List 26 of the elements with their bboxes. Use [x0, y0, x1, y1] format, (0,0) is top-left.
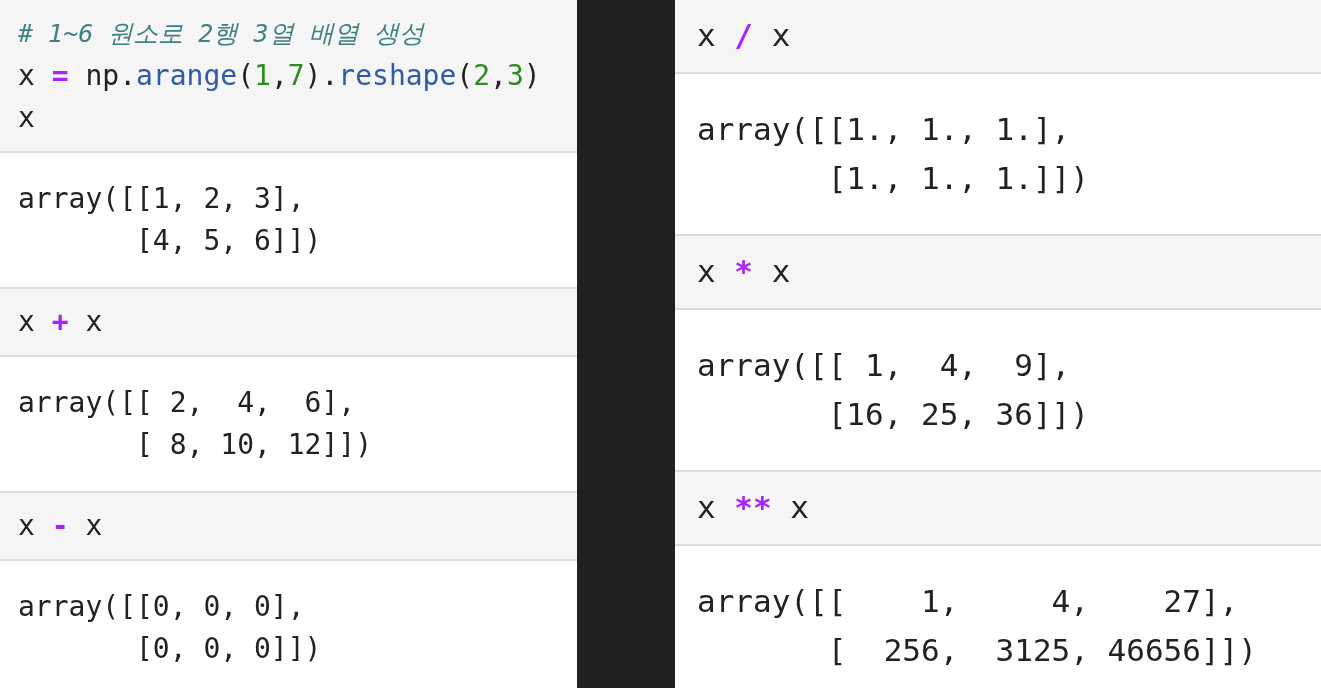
- code-line: x ** x: [697, 488, 810, 527]
- output-line: array([[ 2, 4, 6],: [18, 385, 357, 421]
- output-line: [16, 25, 36]]): [826, 395, 1090, 434]
- output-line: [ 8, 10, 12]]): [135, 427, 373, 463]
- code-line: # 1~6 원소로 2행 3열 배열 생성: [18, 18, 426, 50]
- code-cell[interactable]: # 1~6 원소로 2행 3열 배열 생성 x = np.arange(1,7).reshape(2,3) x: [0, 0, 577, 153]
- code-line: x: [18, 100, 36, 136]
- code-cell[interactable]: x - x: [0, 493, 577, 561]
- code-line: x - x: [18, 508, 104, 544]
- output-line: array([[1, 2, 3],: [18, 181, 306, 217]
- output-line: array([[ 1, 4, 9],: [697, 346, 1072, 385]
- code-line: x = np.arange(1,7).reshape(2,3): [18, 58, 542, 94]
- code-cell[interactable]: x ** x: [675, 472, 1321, 546]
- output-line: array([[ 1, 4, 27],: [697, 582, 1240, 621]
- code-line: x / x: [697, 16, 792, 55]
- output-line: [4, 5, 6]]): [135, 223, 323, 259]
- code-cell[interactable]: x * x: [675, 236, 1321, 310]
- output-line: array([[0, 0, 0],: [18, 589, 306, 625]
- output-line: [1., 1., 1.]]): [826, 159, 1090, 198]
- code-line: x * x: [697, 252, 792, 291]
- output-line: [ 256, 3125, 46656]]): [826, 631, 1258, 670]
- code-cell[interactable]: x / x: [675, 0, 1321, 74]
- code-cell[interactable]: x + x: [0, 289, 577, 357]
- code-line: x + x: [18, 304, 104, 340]
- output-line: array([[1., 1., 1.],: [697, 110, 1072, 149]
- output-line: [0, 0, 0]]): [135, 631, 323, 667]
